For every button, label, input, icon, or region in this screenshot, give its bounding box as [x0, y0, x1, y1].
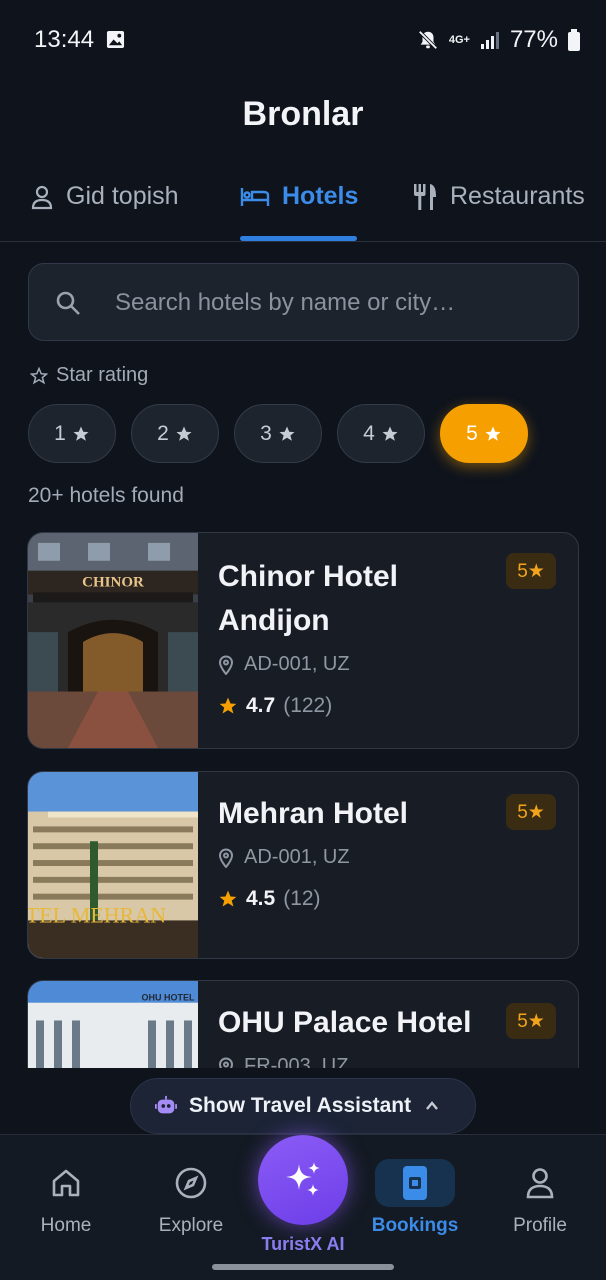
- nav-label: Explore: [158, 1215, 224, 1236]
- photo-sign: CHINOR: [82, 575, 144, 591]
- nav-profile[interactable]: Profile: [490, 1159, 590, 1237]
- review-count: (12): [283, 887, 321, 910]
- nav-label: Bookings: [371, 1215, 459, 1236]
- show-travel-assistant-button[interactable]: Show Travel Assistant: [130, 1078, 476, 1134]
- star-chip-1[interactable]: 1: [28, 404, 116, 463]
- tab-gid-topish[interactable]: Gid topish: [30, 182, 179, 211]
- star-class-badge: 5★: [506, 794, 556, 830]
- hotel-list: CHINOR Chinor Hotel Andijon AD-001, UZ 4…: [0, 520, 606, 1068]
- results-count: 20+ hotels found: [28, 484, 184, 507]
- nav-explore[interactable]: Explore: [141, 1159, 241, 1237]
- status-bar: 13:44 4G+ 77%: [0, 0, 606, 80]
- star-outline-icon: [30, 366, 48, 384]
- location-text: AD-001, UZ: [244, 653, 350, 675]
- network-type: 4G+: [448, 34, 470, 46]
- star-icon: [176, 426, 192, 441]
- home-icon: [52, 1169, 80, 1197]
- signal-icon: [480, 32, 499, 49]
- turistx-ai-label: TuristX AI: [261, 1234, 345, 1254]
- compass-icon: [175, 1167, 207, 1199]
- star-chip-4[interactable]: 4: [337, 404, 425, 463]
- hotel-location: AD-001, UZ: [218, 846, 578, 869]
- robot-icon: [155, 1095, 177, 1114]
- chip-label: 2: [157, 421, 169, 445]
- hotel-info: Mehran Hotel AD-001, UZ 4.5 (12): [218, 772, 578, 911]
- location-pin-icon: [218, 1056, 234, 1068]
- search-input[interactable]: [115, 284, 555, 322]
- hotel-photo: OTEL MEHRAN: [28, 772, 198, 958]
- hotel-rating: 4.7 (122): [218, 694, 578, 718]
- star-filled-icon: [219, 890, 237, 907]
- rating-value: 4.5: [246, 887, 276, 910]
- active-tab-indicator: [240, 236, 357, 241]
- star-class-badge: 5★: [506, 1003, 556, 1039]
- tab-label: Hotels: [282, 182, 359, 210]
- hotel-card[interactable]: CHINOR Chinor Hotel Andijon AD-001, UZ 4…: [27, 532, 579, 749]
- chip-label: 5: [466, 421, 478, 445]
- status-time: 13:44: [34, 26, 95, 53]
- rating-value: 4.7: [246, 694, 276, 717]
- gallery-notification-icon: [106, 30, 125, 49]
- fork-knife-icon: [414, 183, 436, 210]
- location-text: FR-003, UZ: [244, 1055, 349, 1068]
- star-chips: 1 2 3 4 5: [28, 404, 528, 463]
- chip-label: 4: [363, 421, 375, 445]
- filter-label: Star rating: [56, 364, 149, 386]
- bed-icon: [240, 187, 270, 206]
- star-filled-icon: [219, 697, 237, 714]
- hotel-name: OHU Palace Hotel: [218, 1006, 472, 1039]
- location-text: AD-001, UZ: [244, 846, 350, 868]
- hotel-photo: CHINOR: [28, 533, 198, 748]
- review-count: (122): [283, 694, 333, 717]
- tab-label: Gid topish: [66, 182, 179, 210]
- hotel-name: Chinor Hotel Andijon: [218, 560, 398, 637]
- turistx-ai-button[interactable]: [258, 1135, 348, 1225]
- location-pin-icon: [218, 847, 234, 868]
- star-chip-3[interactable]: 3: [234, 404, 322, 463]
- star-icon: [382, 426, 398, 441]
- chevron-up-icon: [426, 1101, 439, 1110]
- nav-label: Profile: [513, 1215, 567, 1236]
- mute-icon: [418, 30, 438, 50]
- page-title: Bronlar: [242, 95, 364, 133]
- nav-home[interactable]: Home: [16, 1159, 116, 1237]
- tab-restaurants[interactable]: Restaurants: [412, 182, 585, 211]
- booking-tabs: Gid topish Hotels Restaurants: [0, 170, 606, 242]
- sparkles-icon: [286, 1162, 320, 1196]
- hotel-rating: 4.5 (12): [218, 887, 578, 911]
- profile-icon: [526, 1168, 554, 1199]
- nav-label: Home: [40, 1215, 92, 1236]
- star-chip-5[interactable]: 5: [440, 404, 528, 463]
- status-icons: 4G+ 77%: [417, 26, 580, 54]
- hotel-location: AD-001, UZ: [218, 653, 578, 676]
- tab-hotels[interactable]: Hotels: [240, 182, 358, 211]
- nav-bookings[interactable]: Bookings: [365, 1159, 465, 1237]
- battery-percent: 77%: [509, 26, 558, 53]
- hotel-photo: OHU HOTEL: [28, 981, 198, 1068]
- search-icon: [56, 291, 80, 315]
- tab-label: Restaurants: [450, 182, 585, 210]
- photo-sign: OTEL MEHRAN: [28, 903, 166, 927]
- hotel-card[interactable]: OTEL MEHRAN Mehran Hotel AD-001, UZ 4.5 …: [27, 771, 579, 959]
- hotel-name: Mehran Hotel: [218, 797, 409, 830]
- person-icon: [31, 185, 53, 209]
- search-bar[interactable]: [28, 263, 579, 341]
- star-chip-2[interactable]: 2: [131, 404, 219, 463]
- hotel-card[interactable]: OHU HOTEL OHU Palace Hotel FR-003, UZ 5★: [27, 980, 579, 1068]
- star-icon: [279, 426, 295, 441]
- location-pin-icon: [218, 654, 234, 675]
- star-icon: [485, 426, 501, 441]
- chip-label: 1: [54, 421, 66, 445]
- star-rating-label: Star rating: [30, 364, 148, 387]
- assistant-label: Show Travel Assistant: [189, 1094, 412, 1117]
- hotel-location: FR-003, UZ: [218, 1055, 578, 1068]
- chip-label: 3: [260, 421, 272, 445]
- home-indicator: [212, 1264, 394, 1270]
- booking-icon: [403, 1166, 427, 1200]
- star-class-badge: 5★: [506, 553, 556, 589]
- photo-sign: OHU HOTEL: [142, 993, 196, 1003]
- star-icon: [73, 426, 89, 441]
- battery-icon: [568, 29, 580, 51]
